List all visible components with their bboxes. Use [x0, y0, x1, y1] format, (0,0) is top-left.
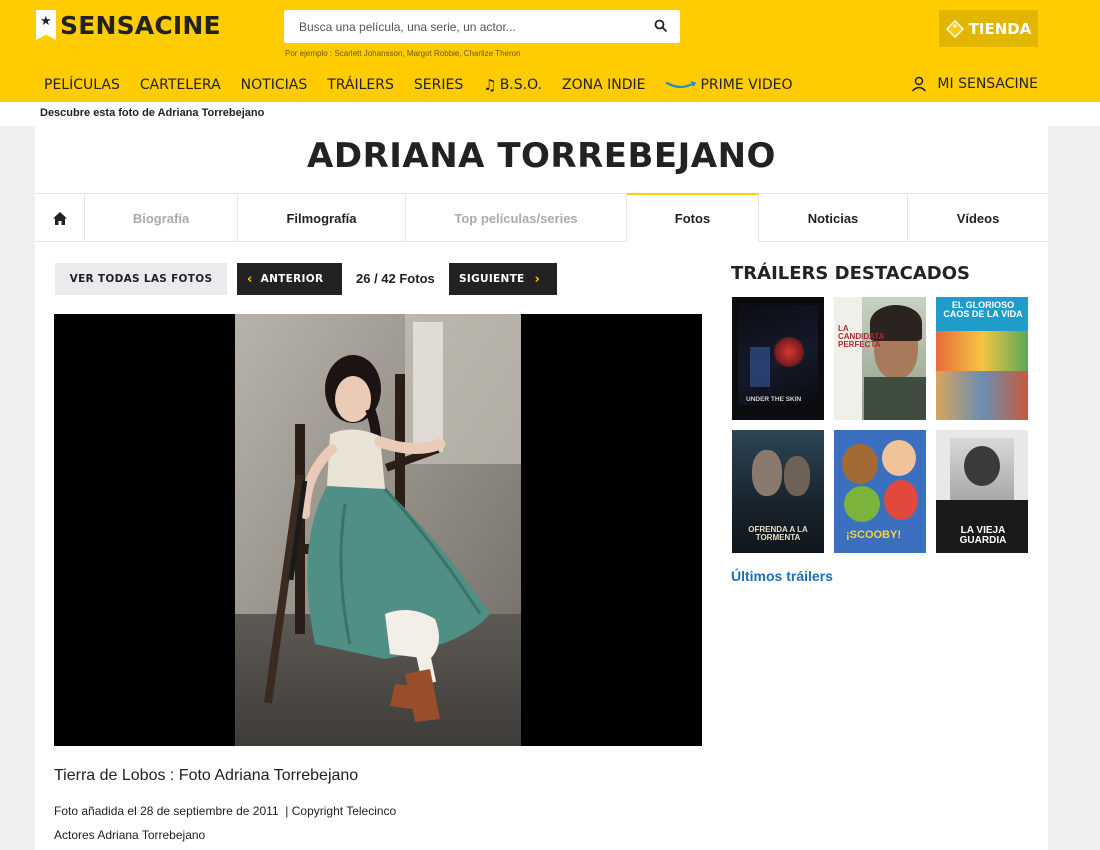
breadcrumb-text: Descubre esta foto de Adriana Torrebejan…: [40, 107, 265, 119]
under-the-skin-poster[interactable]: UNDER THE SKIN: [732, 297, 824, 420]
tab-videos[interactable]: Vídeos: [908, 194, 1048, 242]
trailers-heading: TRÁILERS DESTACADOS: [731, 263, 970, 284]
main-photo: [235, 314, 521, 746]
site-header: ★ SENSACINE Por ejemplo : Scarlett Johan…: [0, 0, 1100, 102]
nav-trailers[interactable]: TRÁILERS: [327, 77, 394, 93]
nav-noticias[interactable]: NOTICIAS: [241, 77, 308, 93]
photo-meta: Foto añadida el 28 de septiembre de 2011…: [54, 804, 397, 818]
account-link[interactable]: MI SENSACINE: [911, 76, 1038, 92]
actors-label: Actores: [54, 828, 95, 842]
main-nav: PELÍCULAS CARTELERA NOTICIAS TRÁILERS SE…: [44, 76, 812, 94]
tienda-button[interactable]: TIENDA: [939, 10, 1038, 47]
tab-home[interactable]: [35, 194, 85, 242]
chevron-left-icon: ‹: [247, 271, 253, 287]
user-icon: [912, 76, 927, 92]
nav-prime-label: PRIME VIDEO: [700, 77, 793, 93]
nav-zona-indie[interactable]: ZONA INDIE: [562, 77, 645, 93]
poster-title: EL GLORIOSO CAOS DE LA VIDA: [943, 300, 1023, 319]
nav-cartelera[interactable]: CARTELERA: [140, 77, 221, 93]
logo-star-icon: ★: [36, 10, 56, 40]
poster-title: UNDER THE SKIN: [746, 396, 802, 403]
photo-viewer[interactable]: [54, 314, 702, 746]
page-title: ADRIANA TORREBEJANO: [307, 136, 776, 176]
tab-biografia[interactable]: Biografía: [85, 194, 238, 242]
next-button[interactable]: SIGUIENTE ›: [449, 263, 557, 295]
nav-series[interactable]: SERIES: [414, 77, 463, 93]
la-candidata-perfecta-poster[interactable]: LA CANDIDATA PERFECTA: [834, 297, 926, 420]
actor-link[interactable]: Adriana Torrebejano: [97, 828, 205, 842]
ofrenda-tormenta-poster[interactable]: OFRENDA A LA TORMENTA: [732, 430, 824, 553]
tab-noticias[interactable]: Noticias: [759, 194, 908, 242]
prime-smile-icon: [666, 81, 697, 89]
search-hint: Por ejemplo : Scarlett Johansson, Margot…: [285, 49, 521, 58]
photo-title: Tierra de Lobos : Foto Adriana Torrebeja…: [54, 767, 359, 784]
poster-title: ¡SCOOBY!: [846, 529, 901, 541]
account-label: MI SENSACINE: [937, 76, 1038, 92]
tab-filmografia[interactable]: Filmografía: [238, 194, 406, 242]
music-note-icon: ♫: [483, 76, 497, 94]
search-box: [284, 10, 680, 43]
poster-title: LA VIEJA GUARDIA: [959, 525, 1007, 546]
la-vieja-guardia-poster[interactable]: LA VIEJA GUARDIA: [936, 430, 1028, 553]
tag-icon: [945, 19, 964, 38]
photo-illustration: [235, 314, 521, 746]
tab-fotos[interactable]: Fotos: [627, 193, 759, 242]
photo-counter: 26 / 42 Fotos: [356, 271, 435, 286]
nav-peliculas[interactable]: PELÍCULAS: [44, 77, 120, 93]
main-content: ADRIANA TORREBEJANO Biografía Filmografí…: [35, 126, 1048, 850]
tienda-label: TIENDA: [968, 19, 1032, 38]
el-glorioso-caos-poster[interactable]: EL GLORIOSO CAOS DE LA VIDA: [936, 297, 1028, 420]
person-tabs: Biografía Filmografía Top películas/seri…: [35, 193, 1048, 242]
prev-label: ANTERIOR: [260, 273, 324, 285]
site-logo[interactable]: ★ SENSACINE: [36, 10, 221, 40]
home-icon: [52, 211, 67, 225]
nav-prime-video[interactable]: PRIME VIDEO: [665, 77, 792, 93]
photo-actors: Actores Adriana Torrebejano: [54, 828, 205, 842]
tab-top-peliculas[interactable]: Top películas/series: [406, 194, 627, 242]
chevron-right-icon: ›: [534, 271, 541, 287]
poster-title: LA CANDIDATA PERFECTA: [838, 324, 885, 349]
all-photos-button[interactable]: VER TODAS LAS FOTOS: [55, 263, 227, 295]
next-label: SIGUIENTE: [459, 273, 525, 285]
prev-button[interactable]: ‹ ANTERIOR: [237, 263, 342, 295]
poster-title: OFRENDA A LA TORMENTA: [748, 525, 808, 542]
logo-text: SENSACINE: [60, 10, 221, 40]
search-icon[interactable]: [654, 19, 668, 33]
search-input[interactable]: [284, 10, 644, 43]
nav-bso[interactable]: ♫ B.S.O.: [483, 76, 542, 94]
nav-bso-label: B.S.O.: [499, 77, 542, 93]
breadcrumb: Descubre esta foto de Adriana Torrebejan…: [0, 102, 1100, 126]
scooby-poster[interactable]: ¡SCOOBY!: [834, 430, 926, 553]
latest-trailers-link[interactable]: Últimos tráilers: [731, 568, 833, 584]
